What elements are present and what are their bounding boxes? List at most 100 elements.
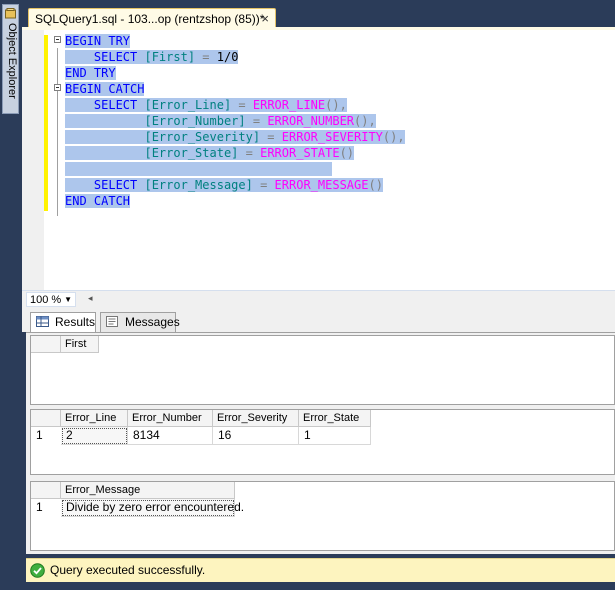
code-token: 1/0 bbox=[216, 50, 239, 64]
grid-icon bbox=[36, 316, 49, 327]
result-grid-1[interactable]: First bbox=[30, 335, 615, 405]
document-tab-title: SQLQuery1.sql - 103...op (rentzshop (85)… bbox=[35, 12, 265, 26]
object-explorer-tab[interactable]: Object Explorer bbox=[2, 4, 19, 114]
code-token: [First] bbox=[144, 50, 196, 64]
table-cell[interactable]: 8134 bbox=[128, 427, 213, 445]
row-number[interactable]: 1 bbox=[31, 427, 61, 445]
selected-text: SELECT [Error_Message] = ERROR_MESSAGE() bbox=[65, 178, 383, 192]
code-token: [Error_State] bbox=[144, 146, 239, 160]
selected-text: SELECT [First] = 1/0 bbox=[65, 50, 239, 64]
collapse-icon[interactable] bbox=[54, 84, 61, 91]
object-explorer-label: Object Explorer bbox=[6, 23, 18, 99]
selected-text: BEGIN CATCH bbox=[65, 82, 145, 96]
code-line[interactable]: SELECT [Error_Message] = ERROR_MESSAGE() bbox=[65, 177, 383, 193]
status-text: Query executed successfully. bbox=[50, 563, 206, 577]
code-token: ERROR_NUMBER bbox=[267, 114, 355, 128]
grid-corner bbox=[31, 482, 61, 499]
code-token: SELECT bbox=[65, 98, 145, 112]
code-token: [Error_Severity] bbox=[144, 130, 261, 144]
table-cell[interactable]: Divide by zero error encountered. bbox=[61, 499, 244, 517]
code-line[interactable]: END TRY bbox=[65, 65, 116, 81]
main-area: SQLQuery1.sql - 103...op (rentzshop (85)… bbox=[22, 0, 615, 590]
code-line[interactable]: [Error_Number] = ERROR_NUMBER(), bbox=[65, 113, 376, 129]
code-token: (), bbox=[382, 130, 405, 144]
scroll-left-icon[interactable]: ◂ bbox=[88, 293, 93, 304]
collapse-icon[interactable] bbox=[54, 36, 61, 43]
code-token: = bbox=[252, 178, 275, 192]
selected-text: [Error_Number] = ERROR_NUMBER(), bbox=[65, 114, 376, 128]
chevron-down-icon[interactable]: ▼ bbox=[64, 293, 72, 307]
grid-corner bbox=[31, 410, 61, 427]
code-line[interactable]: [Error_State] = ERROR_STATE() bbox=[65, 145, 355, 161]
code-token: ERROR_LINE bbox=[252, 98, 326, 112]
code-token: END TRY bbox=[65, 66, 116, 80]
table-cell[interactable]: 16 bbox=[213, 427, 299, 445]
zoom-value: 100 % bbox=[30, 294, 62, 306]
result-grid-2[interactable]: Error_Line Error_Number Error_Severity E… bbox=[30, 409, 615, 475]
selected-text: END CATCH bbox=[65, 194, 131, 208]
close-icon[interactable]: × bbox=[261, 11, 269, 26]
document-tab[interactable]: SQLQuery1.sql - 103...op (rentzshop (85)… bbox=[28, 8, 276, 28]
code-line[interactable]: [Error_Severity] = ERROR_SEVERITY(), bbox=[65, 129, 405, 145]
status-bar: Query executed successfully. bbox=[26, 558, 615, 582]
column-header[interactable]: Error_State bbox=[299, 410, 371, 427]
code-token: () bbox=[339, 146, 355, 160]
code-line[interactable]: SELECT [Error_Line] = ERROR_LINE(), bbox=[65, 97, 347, 113]
code-token: = bbox=[231, 98, 253, 112]
column-header[interactable]: Error_Line bbox=[61, 410, 128, 427]
code-token: BEGIN CATCH bbox=[65, 82, 145, 96]
results-tab-strip: Results Messages bbox=[22, 308, 615, 332]
selected-text: BEGIN TRY bbox=[65, 34, 131, 48]
left-dock: Object Explorer bbox=[0, 0, 22, 590]
grid-corner bbox=[31, 336, 61, 353]
code-line[interactable]: BEGIN CATCH bbox=[65, 81, 145, 97]
selected-text: END TRY bbox=[65, 66, 116, 80]
code-token: [Error_Number] bbox=[144, 114, 246, 128]
code-token: (), bbox=[354, 114, 376, 128]
code-token: [Error_Line] bbox=[144, 98, 232, 112]
code-token: (), bbox=[325, 98, 347, 112]
selected-text: [Error_Severity] = ERROR_SEVERITY(), bbox=[65, 130, 405, 144]
result-grid-3[interactable]: Error_Message 1 Divide by zero error enc… bbox=[30, 481, 615, 551]
table-cell[interactable]: 2 bbox=[61, 427, 128, 445]
messages-icon bbox=[106, 316, 118, 327]
column-header[interactable]: Error_Number bbox=[128, 410, 213, 427]
code-token: = bbox=[260, 130, 282, 144]
zoom-bar: 100 % ▼ ◂ bbox=[22, 290, 615, 308]
code-token: () bbox=[368, 178, 383, 192]
zoom-select[interactable]: 100 % ▼ bbox=[26, 292, 76, 307]
selected-text: SELECT [Error_Line] = ERROR_LINE(), bbox=[65, 98, 347, 112]
tab-results-label: Results bbox=[55, 315, 96, 329]
table-cell[interactable]: 1 bbox=[299, 427, 371, 445]
code-token: = bbox=[238, 146, 261, 160]
tab-messages[interactable]: Messages bbox=[100, 312, 180, 332]
outline-guide bbox=[57, 48, 58, 216]
code-token: SELECT bbox=[65, 50, 145, 64]
code-line[interactable]: SELECT [First] = 1/0 bbox=[65, 49, 239, 65]
document-tab-strip: SQLQuery1.sql - 103...op (rentzshop (85)… bbox=[22, 0, 615, 28]
column-header[interactable]: Error_Severity bbox=[213, 410, 299, 427]
row-number[interactable]: 1 bbox=[31, 499, 61, 517]
tab-results[interactable]: Results bbox=[30, 312, 96, 332]
code-line[interactable] bbox=[65, 161, 333, 177]
bottom-chrome bbox=[22, 582, 615, 590]
code-token: = bbox=[245, 114, 268, 128]
code-line[interactable]: END CATCH bbox=[65, 193, 131, 209]
column-header[interactable]: First bbox=[61, 336, 99, 353]
server-icon bbox=[5, 8, 16, 19]
change-tracking-bar bbox=[44, 35, 48, 211]
code-token: ERROR_STATE bbox=[260, 146, 340, 160]
code-token: = bbox=[195, 50, 217, 64]
code-line[interactable]: BEGIN TRY bbox=[65, 33, 131, 49]
code-token: [Error_Message] bbox=[144, 178, 253, 192]
code-token: END CATCH bbox=[65, 194, 131, 208]
tab-messages-label: Messages bbox=[125, 315, 180, 329]
success-check-icon bbox=[30, 563, 45, 578]
code-token: ERROR_MESSAGE bbox=[274, 178, 369, 192]
column-header[interactable]: Error_Message bbox=[61, 482, 235, 499]
query-editor[interactable]: BEGIN TRY SELECT [First] = 1/0 END TRY BEG… bbox=[22, 30, 615, 290]
